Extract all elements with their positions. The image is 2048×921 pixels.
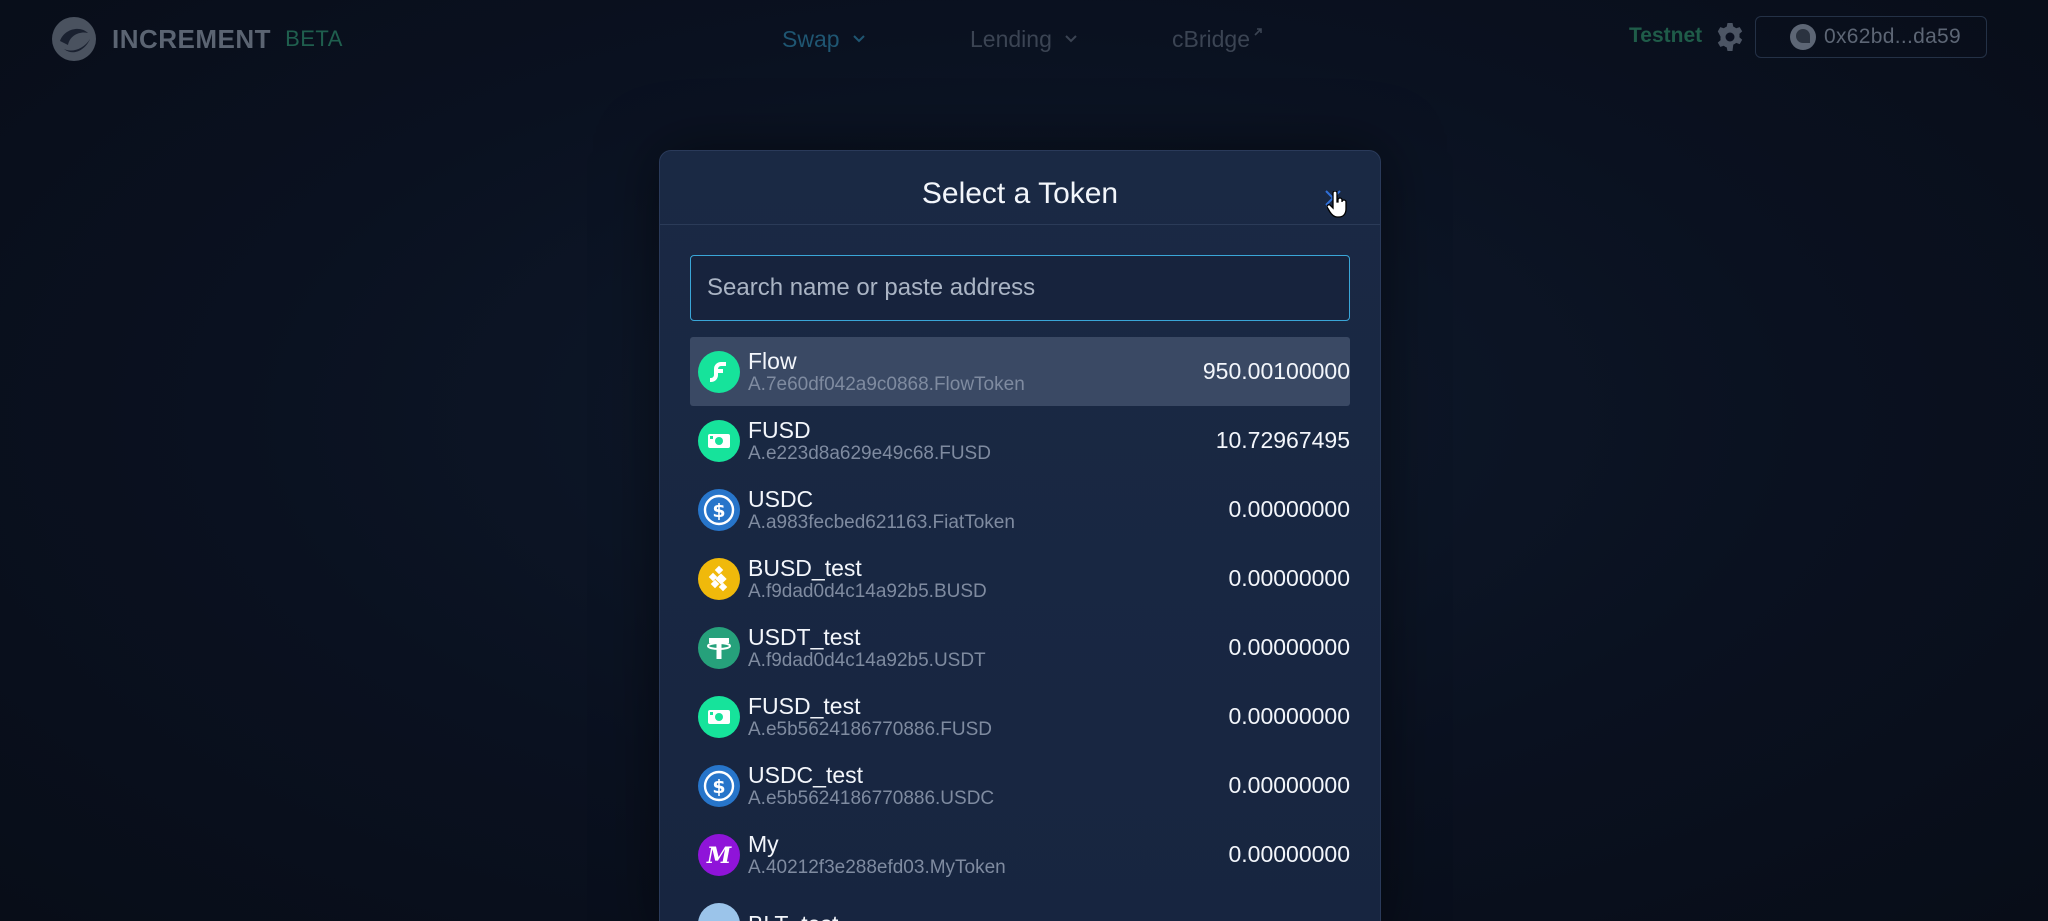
token-address: A.e5b5624186770886.USDC	[748, 787, 995, 809]
token-list: Flow A.7e60df042a9c0868.FlowToken 950.0010…	[690, 337, 1350, 921]
token-address: A.e5b5624186770886.FUSD	[748, 718, 993, 740]
chevron-down-icon	[1065, 35, 1077, 43]
token-symbol: FUSD	[748, 416, 811, 443]
search-input[interactable]	[690, 255, 1350, 321]
nav-cbridge-label: cBridge	[1172, 25, 1250, 52]
token-address: A.a983fecbed621163.FiatToken	[748, 511, 1015, 533]
svg-text:$: $	[712, 500, 725, 522]
token-row-fusd-test[interactable]: FUSD_test A.e5b5624186770886.FUSD 0.000000…	[690, 682, 1350, 751]
token-info: BLT_test	[748, 911, 1350, 921]
token-symbol: My	[748, 830, 779, 857]
flow-icon	[698, 350, 740, 393]
nav-swap[interactable]: Swap	[782, 22, 866, 56]
nav-swap-label: Swap	[782, 25, 840, 52]
token-symbol: BUSD_test	[748, 554, 862, 581]
token-address: A.e223d8a629e49c68.FUSD	[748, 442, 991, 464]
modal-title: Select a Token	[921, 177, 1119, 210]
token-address: A.40212f3e288efd03.MyToken	[748, 856, 1006, 878]
token-address: A.7e60df042a9c0868.FlowToken	[748, 373, 1025, 395]
token-row-usdc[interactable]: $ USDC A.a983fecbed621163.FiatToken 0.00000…	[690, 475, 1350, 544]
top-nav: INCREMENT BETA Swap Lending cBridge Test…	[0, 0, 2048, 78]
token-symbol: USDT_test	[748, 623, 861, 650]
gear-icon[interactable]	[1714, 21, 1746, 53]
wallet-avatar	[1790, 24, 1816, 50]
nav-cbridge[interactable]: cBridge	[1172, 22, 1264, 56]
token-symbol: USDC	[748, 485, 814, 512]
token-address: A.f9dad0d4c14a92b5.USDT	[748, 649, 986, 671]
wallet-address: 0x62bd...da59	[1824, 25, 1962, 48]
network-label[interactable]: Testnet	[1629, 24, 1702, 48]
token-address: A.f9dad0d4c14a92b5.BUSD	[748, 580, 987, 602]
token-balance: 950.00100000	[1202, 358, 1350, 384]
token-symbol: BLT_test	[748, 911, 1350, 921]
nav-lending-label: Lending	[970, 25, 1052, 52]
usdc-icon: $	[698, 764, 740, 807]
modal-header: Select a Token	[660, 151, 1380, 225]
page: INCREMENT BETA Swap Lending cBridge Test…	[0, 0, 2048, 921]
beta-badge: BETA	[285, 26, 343, 51]
token-row-busd-test[interactable]: BUSD_test A.f9dad0d4c14a92b5.BUSD 0.000000…	[690, 544, 1350, 613]
token-info: USDT_test A.f9dad0d4c14a92b5.USDT	[748, 624, 1228, 672]
token-row-usdc-test[interactable]: $ USDC_test A.e5b5624186770886.USDC 0.00000…	[690, 751, 1350, 820]
increment-logo-icon	[52, 17, 96, 61]
token-row-blt-test[interactable]: BLT_test	[690, 889, 1350, 921]
token-row-my[interactable]: M My A.40212f3e288efd03.MyToken 0.00000000	[690, 820, 1350, 889]
token-balance: 0.00000000	[1228, 772, 1350, 798]
svg-text:$: $	[712, 776, 725, 798]
my-token-icon: M	[698, 833, 740, 876]
brand-name: INCREMENT	[112, 23, 272, 54]
token-symbol: USDC_test	[748, 761, 864, 788]
svg-text:M: M	[706, 843, 732, 869]
blt-icon	[698, 902, 740, 921]
token-row-flow[interactable]: Flow A.7e60df042a9c0868.FlowToken 950.0010…	[690, 337, 1350, 406]
fusd-icon	[698, 419, 740, 462]
token-row-fusd[interactable]: FUSD A.e223d8a629e49c68.FUSD 10.72967495	[690, 406, 1350, 475]
nav-lending[interactable]: Lending	[970, 22, 1078, 56]
busd-icon	[698, 557, 740, 600]
token-balance: 0.00000000	[1228, 841, 1350, 867]
usdc-icon: $	[698, 488, 740, 531]
token-info: USDC_test A.e5b5624186770886.USDC	[748, 762, 1228, 810]
wallet-button[interactable]: 0x62bd...da59	[1755, 16, 1987, 58]
fusd-icon	[698, 695, 740, 738]
select-token-modal: Select a Token FlowA.7e60df042a9c0868.Fl…	[659, 150, 1381, 921]
token-info: FUSD_test A.e5b5624186770886.FUSD	[748, 693, 1228, 741]
token-info: BUSD_test A.f9dad0d4c14a92b5.BUSD	[748, 555, 1228, 603]
usdt-icon	[698, 626, 740, 669]
token-balance: 10.72967495	[1215, 427, 1350, 453]
token-info: FUSD A.e223d8a629e49c68.FUSD	[748, 417, 1216, 465]
token-balance: 0.00000000	[1228, 565, 1350, 591]
token-info: My A.40212f3e288efd03.MyToken	[748, 831, 1228, 879]
token-balance: 0.00000000	[1228, 496, 1350, 522]
token-symbol: Flow	[748, 347, 797, 374]
external-link-icon	[1254, 28, 1262, 36]
token-symbol: FUSD_test	[748, 692, 861, 719]
token-row-usdt-test[interactable]: USDT_test A.f9dad0d4c14a92b5.USDT 0.000000…	[690, 613, 1350, 682]
brand-logo[interactable]: INCREMENT BETA	[50, 14, 343, 64]
close-icon[interactable]	[1322, 187, 1344, 209]
token-info: USDC A.a983fecbed621163.FiatToken	[748, 486, 1228, 534]
token-balance: 0.00000000	[1228, 634, 1350, 660]
token-balance: 0.00000000	[1228, 703, 1350, 729]
token-info: Flow A.7e60df042a9c0868.FlowToken	[748, 348, 1203, 396]
chevron-down-icon	[852, 35, 865, 43]
